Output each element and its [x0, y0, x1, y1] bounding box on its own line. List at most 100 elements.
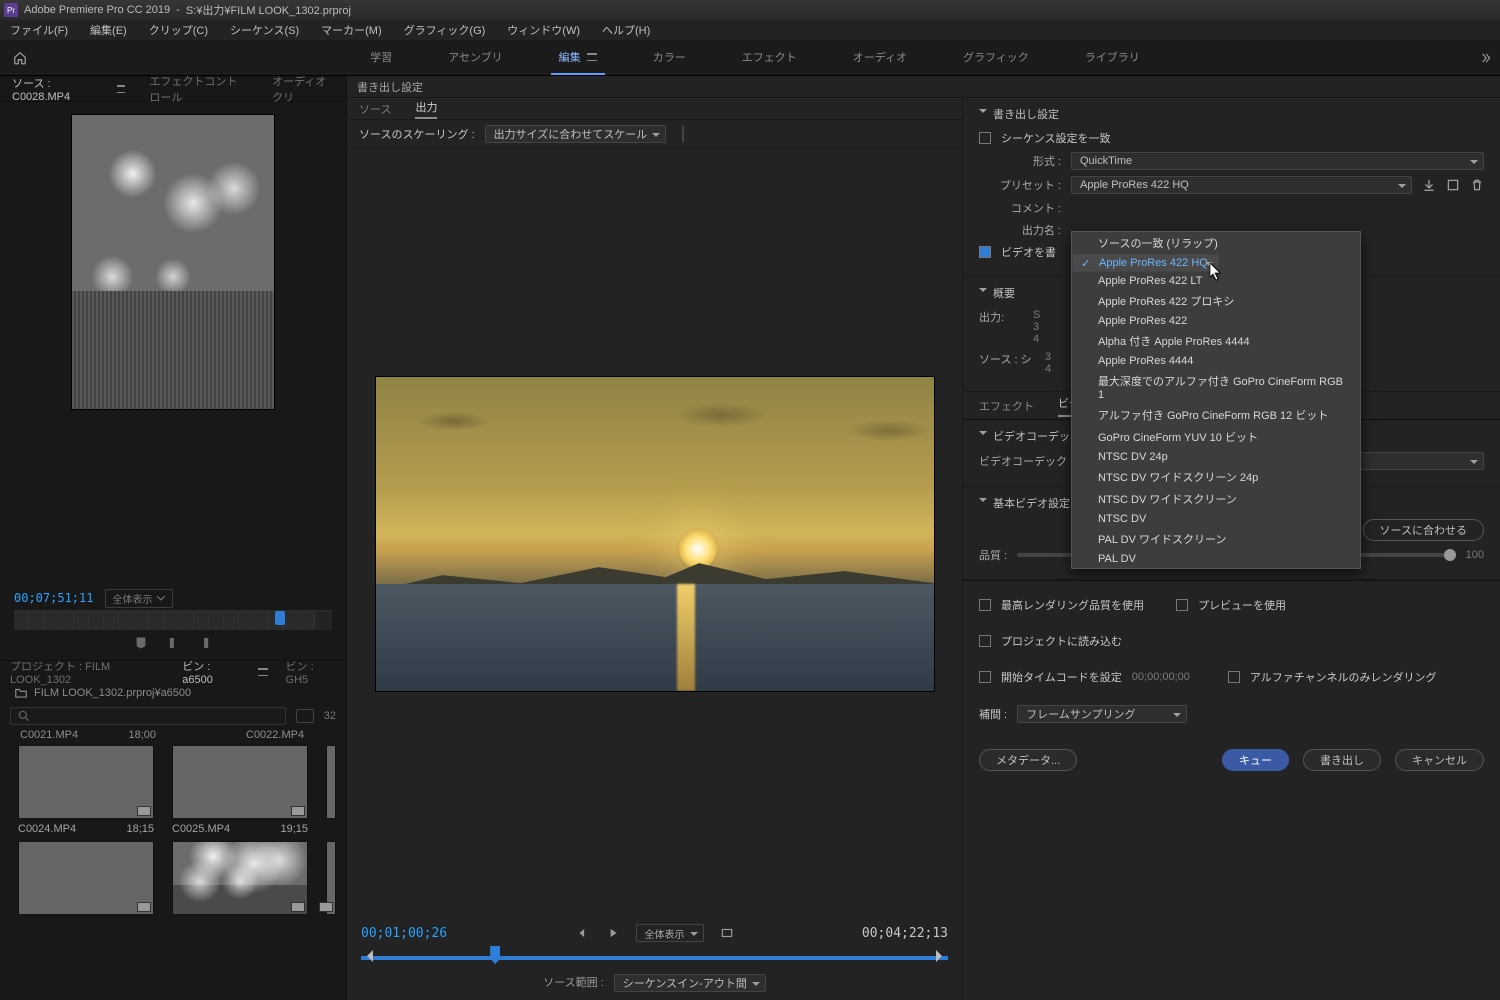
menu-clip[interactable]: クリップ(C) — [145, 20, 212, 40]
interp-select[interactable]: フレームサンプリング — [1017, 705, 1187, 723]
preset-option[interactable]: アルファ付き GoPro CineForm RGB 12 ビット — [1072, 404, 1360, 426]
preset-option[interactable]: NTSC DV ワイドスクリーン 24p — [1072, 466, 1360, 488]
source-scrubber[interactable] — [14, 610, 332, 630]
clip-thumb[interactable] — [326, 745, 336, 819]
clip-thumb[interactable] — [172, 745, 308, 819]
cancel-button[interactable]: キャンセル — [1395, 749, 1484, 771]
save-preset-icon[interactable] — [1422, 178, 1436, 192]
preset-option[interactable]: NTSC DV ワイドスクリーン — [1072, 488, 1360, 510]
quality-knob[interactable] — [1444, 549, 1456, 561]
menu-edit[interactable]: 編集(E) — [86, 20, 131, 40]
menu-file[interactable]: ファイル(F) — [6, 20, 72, 40]
menu-help[interactable]: ヘルプ(H) — [598, 20, 654, 40]
source-frame[interactable] — [71, 114, 275, 410]
step-back-icon[interactable] — [576, 926, 590, 940]
bin-menu-icon[interactable] — [258, 668, 267, 676]
clip-item[interactable] — [172, 841, 308, 915]
out-handle[interactable] — [936, 950, 948, 962]
export-button[interactable]: 書き出し — [1303, 749, 1381, 771]
preset-option[interactable]: Apple ProRes 422 HQ — [1072, 254, 1219, 272]
clip-item-cut[interactable] — [326, 841, 336, 915]
tab-bin-gh5[interactable]: ビン : GH5 — [286, 658, 336, 686]
search-input[interactable] — [10, 707, 286, 725]
menu-marker[interactable]: マーカー(M) — [317, 20, 386, 40]
source-zoom[interactable]: 全体表示 — [105, 589, 173, 608]
preset-option[interactable]: NTSC DV — [1072, 510, 1360, 528]
preset-option[interactable]: 最大深度でのアルファ付き GoPro CineForm RGB 1 — [1072, 370, 1360, 404]
tab-bin-a6500[interactable]: ビン : a6500 — [182, 658, 240, 686]
preset-option[interactable]: PAL DV — [1072, 550, 1360, 568]
preset-option[interactable]: NTSC DV 24p — [1072, 448, 1360, 466]
preset-option[interactable]: Apple ProRes 422 プロキシ — [1072, 290, 1360, 312]
import-preset-icon[interactable] — [1446, 178, 1460, 192]
clip-thumb[interactable] — [18, 745, 154, 819]
preview-fit-select[interactable]: 全体表示 — [636, 924, 704, 942]
new-bin-button[interactable] — [296, 709, 314, 723]
ws-learn[interactable]: 学習 — [362, 41, 400, 75]
clip-thumb[interactable] — [326, 841, 336, 915]
ws-library[interactable]: ライブラリ — [1077, 41, 1148, 75]
format-select[interactable]: QuickTime — [1071, 152, 1484, 170]
marker-icon[interactable] — [134, 636, 148, 650]
max-render-checkbox[interactable] — [979, 599, 991, 611]
tc-in[interactable]: 00;01;00;26 — [361, 926, 447, 941]
play-icon[interactable] — [606, 926, 620, 940]
tab-effect-controls[interactable]: エフェクトコントロール — [149, 73, 248, 105]
use-preview-checkbox[interactable] — [1176, 599, 1188, 611]
source-timecode[interactable]: 00;07;51;11 — [14, 591, 93, 605]
clip-item-cut[interactable] — [326, 745, 336, 835]
export-scrubber[interactable] — [361, 946, 948, 968]
preset-select[interactable]: Apple ProRes 422 HQ — [1071, 176, 1412, 194]
menu-seq[interactable]: シーケンス(S) — [226, 20, 303, 40]
clip-item[interactable]: C0025.MP419;15 — [172, 745, 308, 835]
menu-graphic[interactable]: グラフィック(G) — [400, 20, 490, 40]
preset-option[interactable]: GoPro CineForm YUV 10 ビット — [1072, 426, 1360, 448]
panel-menu-icon[interactable] — [587, 53, 597, 61]
match-source-button[interactable]: ソースに合わせる — [1363, 519, 1484, 541]
preset-option[interactable]: Apple ProRes 422 — [1072, 312, 1360, 330]
ws-audio[interactable]: オーディオ — [845, 41, 915, 75]
twirl-icon[interactable] — [979, 431, 987, 439]
delete-preset-icon[interactable] — [1470, 178, 1484, 192]
ws-effects[interactable]: エフェクト — [734, 41, 805, 75]
twirl-icon[interactable] — [979, 288, 987, 296]
alpha-only-checkbox[interactable] — [1228, 671, 1240, 683]
ws-graphic[interactable]: グラフィック — [955, 41, 1037, 75]
tab-source[interactable]: ソース : C0028.MP4 — [12, 75, 93, 103]
ws-assembly[interactable]: アセンブリ — [440, 41, 510, 75]
preset-dropdown[interactable]: ソースの一致 (リラップ)Apple ProRes 422 HQ Apple Pr… — [1071, 231, 1361, 569]
tab-audio-clip[interactable]: オーディオクリ — [272, 73, 334, 105]
in-handle[interactable] — [361, 950, 373, 962]
start-tc-checkbox[interactable] — [979, 671, 991, 683]
out-point-icon[interactable] — [198, 636, 212, 650]
preset-option[interactable]: PAL DV ワイドスクリーン — [1072, 528, 1360, 550]
scale-select[interactable]: 出力サイズに合わせてスケール — [485, 125, 667, 143]
menu-window[interactable]: ウィンドウ(W) — [503, 20, 584, 40]
aspect-icon[interactable] — [720, 926, 734, 940]
tab-fx[interactable]: エフェクト — [979, 398, 1034, 414]
range-select[interactable]: シーケンスイン-アウト間 — [614, 974, 766, 992]
tc-out[interactable]: 00;04;22;13 — [862, 926, 948, 941]
twirl-icon[interactable] — [979, 498, 987, 506]
clip-thumb[interactable] — [18, 841, 154, 915]
clip-thumb[interactable] — [172, 841, 308, 915]
source-playhead[interactable] — [275, 611, 285, 625]
preset-option[interactable]: Apple ProRes 4444 — [1072, 352, 1360, 370]
twirl-icon[interactable] — [979, 109, 987, 117]
output-preview[interactable] — [375, 376, 935, 692]
ws-edit[interactable]: 編集 — [551, 41, 605, 75]
clip-item[interactable] — [18, 841, 154, 915]
workspace-overflow[interactable] — [1470, 40, 1500, 75]
tab-src[interactable]: ソース — [359, 101, 391, 117]
ws-color[interactable]: カラー — [645, 41, 694, 75]
metadata-button[interactable]: メタデータ... — [979, 749, 1077, 771]
source-tab-menu-icon[interactable] — [117, 85, 125, 93]
preset-option[interactable]: ソースの一致 (リラップ) — [1072, 232, 1360, 254]
clip-item[interactable]: C0024.MP418;15 — [18, 745, 154, 835]
tab-project[interactable]: プロジェクト : FILM LOOK_1302 — [10, 658, 164, 686]
preset-option[interactable]: Alpha 付き Apple ProRes 4444 — [1072, 330, 1360, 352]
export-video-checkbox[interactable] — [979, 246, 991, 258]
tab-out[interactable]: 出力 — [415, 99, 437, 119]
export-playhead[interactable] — [490, 946, 500, 964]
home-button[interactable] — [0, 40, 40, 75]
